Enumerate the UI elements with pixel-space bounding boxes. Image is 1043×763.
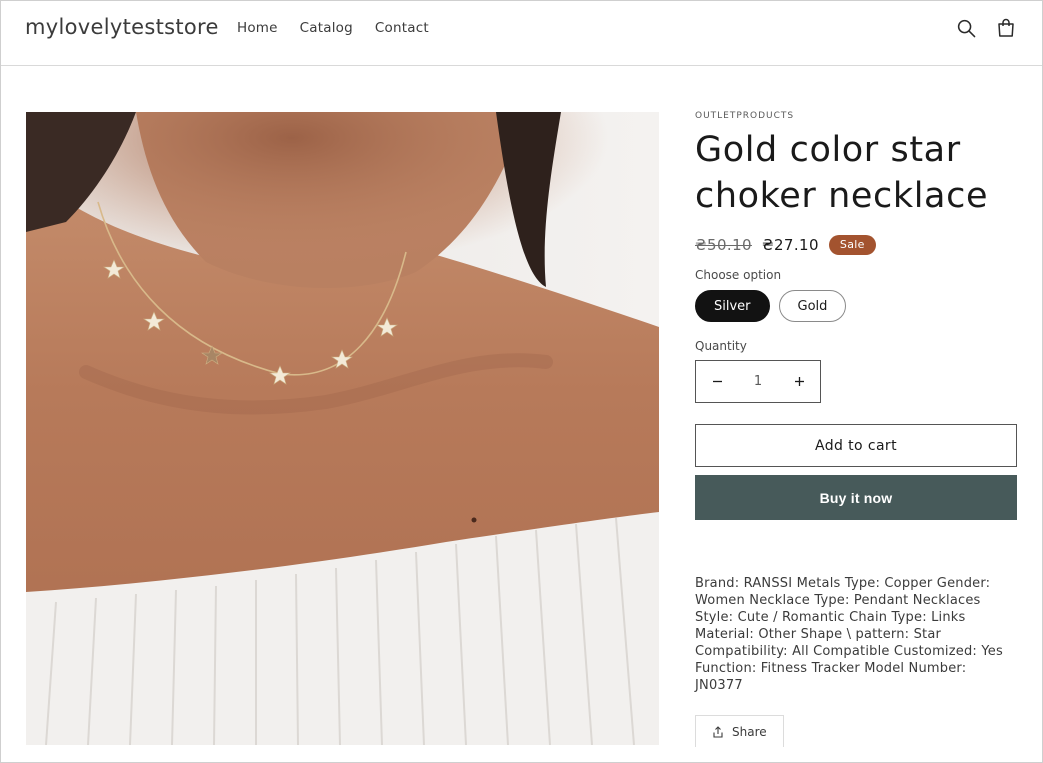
variant-options: Silver Gold (695, 290, 1017, 322)
option-silver[interactable]: Silver (695, 290, 770, 322)
option-gold[interactable]: Gold (778, 290, 847, 322)
buy-now-button[interactable]: Buy it now (695, 475, 1017, 520)
decrease-quantity-button[interactable] (696, 361, 738, 402)
cart-icon[interactable] (994, 16, 1018, 40)
add-to-cart-button[interactable]: Add to cart (695, 424, 1017, 467)
compare-price: ₴50.10 (695, 236, 752, 254)
plus-icon (794, 377, 804, 386)
option-label: Choose option (695, 268, 782, 282)
nav-home[interactable]: Home (237, 20, 278, 36)
quantity-label: Quantity (695, 339, 747, 353)
share-icon (713, 725, 723, 738)
share-label: Share (732, 724, 767, 739)
share-button[interactable]: Share (695, 715, 784, 747)
product-info: OUTLETPRODUCTS Gold color star choker ne… (695, 111, 1017, 747)
product-description: Brand: RANSSI Metals Type: Copper Gender… (695, 576, 1003, 693)
main-nav: Home Catalog Contact (237, 20, 451, 36)
product-vendor: OUTLETPRODUCTS (695, 111, 795, 121)
sale-badge: Sale (828, 235, 876, 255)
product-title: Gold color star choker necklace (695, 130, 989, 216)
quantity-stepper (695, 360, 821, 403)
sale-price: ₴27.10 (761, 236, 819, 254)
site-header: mylovelyteststore Home Catalog Contact (1, 1, 1042, 66)
nav-catalog[interactable]: Catalog (300, 20, 353, 36)
price-row: ₴50.10 ₴27.10 Sale (695, 233, 1017, 257)
nav-contact[interactable]: Contact (375, 20, 429, 36)
quantity-input[interactable] (738, 374, 778, 389)
page-frame: mylovelyteststore Home Catalog Contact O… (0, 0, 1043, 763)
product-image[interactable] (26, 112, 659, 745)
search-icon[interactable] (954, 16, 978, 40)
minus-icon (712, 380, 722, 383)
store-logo[interactable]: mylovelyteststore (25, 15, 219, 39)
product-photo (26, 112, 659, 745)
increase-quantity-button[interactable] (778, 361, 820, 402)
